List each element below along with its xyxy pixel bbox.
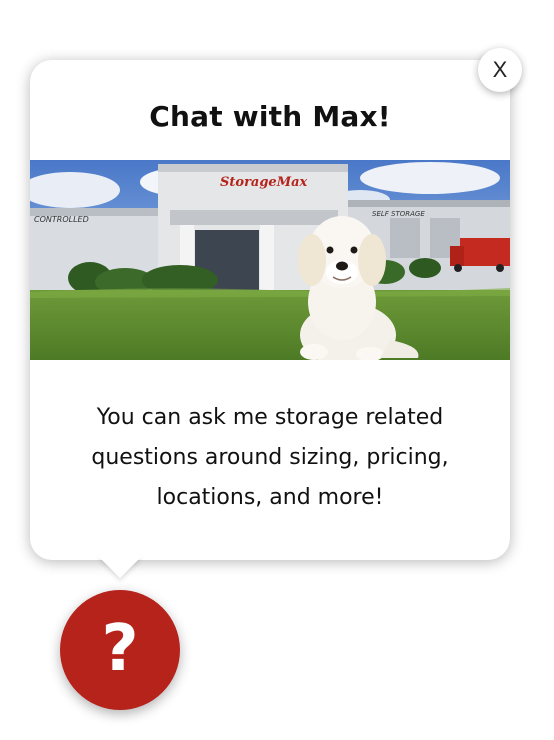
close-icon: X: [492, 57, 508, 82]
message-line: questions around sizing, pricing,: [91, 445, 449, 470]
popup-message: You can ask me storage related questions…: [30, 398, 510, 518]
popup-title: Chat with Max!: [149, 100, 391, 133]
close-button[interactable]: X: [478, 48, 522, 92]
building-sign-text: StorageMax: [220, 175, 308, 190]
question-icon: ?: [101, 612, 139, 686]
max-dog-photo: CONTROLLED StorageMax SELF STORAGE: [30, 160, 510, 360]
message-line: You can ask me storage related: [96, 405, 444, 430]
message-line: locations, and more!: [156, 485, 384, 510]
chat-launcher-button[interactable]: ?: [60, 590, 180, 710]
left-sign-text: CONTROLLED: [34, 215, 89, 224]
popup-pointer: [98, 556, 142, 578]
chat-widget: Chat with Max! CONTROLLED StorageMax SEL…: [0, 0, 554, 740]
right-sign-text: SELF STORAGE: [372, 210, 425, 218]
